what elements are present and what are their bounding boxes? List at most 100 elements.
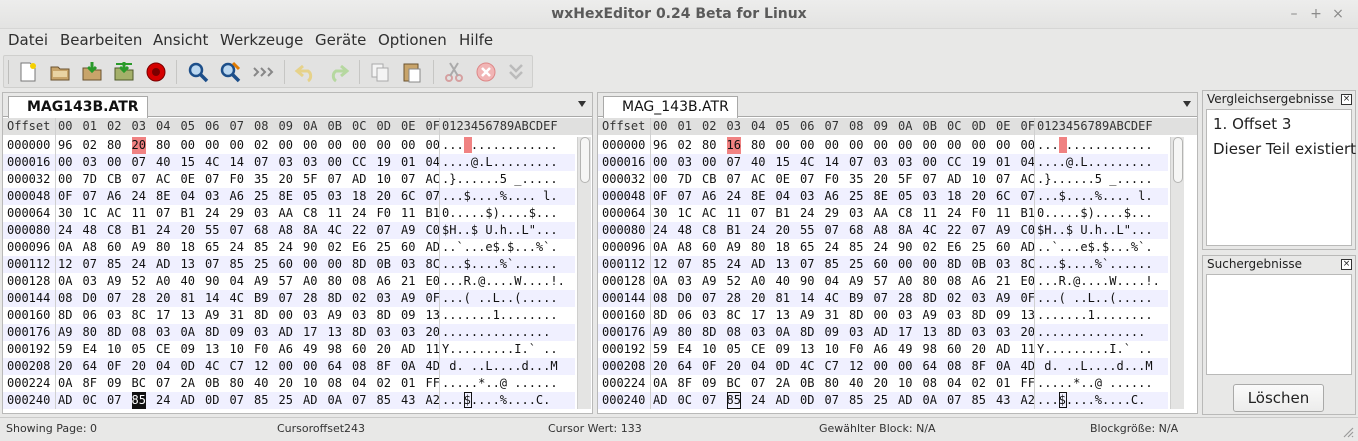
hex-byte[interactable]: A9 (401, 222, 415, 239)
hex-byte[interactable]: 81 (776, 290, 790, 307)
copy-icon[interactable] (368, 60, 392, 84)
hex-byte[interactable]: 55 (205, 222, 219, 239)
hex-byte[interactable]: 03 (702, 307, 716, 324)
hex-byte[interactable]: 64 (923, 358, 937, 375)
hex-row[interactable]: 000176 A9 80 8D 08 03 0A 8D 09 03 AD 17 13 8D 03 03 20..… (598, 324, 1168, 341)
hex-byte[interactable]: 03 (401, 256, 415, 273)
hex-byte[interactable]: 1C (83, 205, 97, 222)
hex-byte[interactable]: A6 (279, 341, 293, 358)
compare-results-list[interactable]: 1. Offset 3 Dieser Teil existiert (1206, 109, 1356, 246)
hex-byte[interactable]: 4C (230, 290, 244, 307)
hex-byte[interactable]: 07 (947, 392, 961, 409)
hex-byte[interactable]: FF (426, 375, 440, 392)
hex-byte[interactable]: 8D (107, 324, 121, 341)
hex-byte[interactable]: 09 (230, 324, 244, 341)
hex-byte[interactable]: 07 (1021, 188, 1035, 205)
hex-byte[interactable]: 04 (352, 375, 366, 392)
hex-byte[interactable]: 24 (205, 205, 219, 222)
hex-byte[interactable]: CC (947, 154, 961, 171)
hex-byte[interactable]: 00 (947, 137, 961, 154)
hex-byte[interactable]: 02 (254, 137, 268, 154)
hex-byte[interactable]: AD (181, 392, 195, 409)
hex-byte[interactable]: 17 (751, 307, 765, 324)
hex-byte[interactable]: 00 (996, 137, 1010, 154)
hex-byte[interactable]: 03 (996, 256, 1010, 273)
hex-byte[interactable]: 57 (874, 273, 888, 290)
hex-byte[interactable]: 08 (352, 358, 366, 375)
maximize-icon[interactable]: + (1306, 4, 1326, 24)
hex-byte[interactable]: 00 (874, 137, 888, 154)
hex-byte[interactable]: 07 (279, 290, 293, 307)
hex-byte[interactable]: 00 (205, 137, 219, 154)
hex-byte[interactable]: 28 (727, 290, 741, 307)
hex-byte[interactable]: 0A (181, 324, 195, 341)
hex-byte[interactable]: A9 (58, 324, 72, 341)
hex-byte[interactable]: 04 (230, 273, 244, 290)
hex-byte[interactable]: 00 (800, 137, 814, 154)
hex-byte[interactable]: 64 (678, 358, 692, 375)
hex-row[interactable]: 000240 AD 0C 07 85 24 AD 0D 07 85 25 AD 0A 07 85 43 A2..… (598, 392, 1168, 409)
hex-byte[interactable]: 20 (279, 375, 293, 392)
hex-byte[interactable]: 8D (58, 307, 72, 324)
hex-byte[interactable]: A9 (205, 307, 219, 324)
tab-right-file[interactable]: MAG_143B.ATR (603, 96, 738, 118)
hex-row[interactable]: 000032 00 7D CB 07 AC 0E 07 F0 35 20 5F 07 AD 10 07 AC.}… (598, 171, 1168, 188)
hex-byte[interactable]: 09 (401, 307, 415, 324)
hex-byte[interactable]: 04 (156, 358, 170, 375)
hex-byte[interactable]: 60 (874, 256, 888, 273)
hex-byte[interactable]: 0A (401, 358, 415, 375)
hex-byte[interactable]: 07 (727, 154, 741, 171)
ascii-text[interactable]: ..`...e$.$...%`. (442, 239, 558, 256)
hex-byte[interactable]: 07 (800, 171, 814, 188)
hex-byte[interactable]: 07 (83, 188, 97, 205)
hex-byte[interactable]: B1 (1021, 205, 1035, 222)
hex-byte[interactable]: 02 (377, 375, 391, 392)
hex-byte[interactable]: 03 (678, 273, 692, 290)
hex-byte[interactable]: 07 (996, 171, 1010, 188)
hex-byte[interactable]: 13 (328, 324, 342, 341)
hex-byte[interactable]: 43 (996, 392, 1010, 409)
hex-byte[interactable]: 24 (751, 222, 765, 239)
hex-byte[interactable]: 03 (83, 154, 97, 171)
hex-byte[interactable]: CB (702, 171, 716, 188)
scrollbar-thumb-left[interactable] (580, 137, 590, 183)
hex-row[interactable]: 000048 0F 07 A6 24 8E 04 03 A6 25 8E 05 03 18 20 6C 07..… (3, 188, 575, 205)
hex-byte[interactable]: 8C (132, 307, 146, 324)
hex-byte[interactable]: C8 (898, 205, 912, 222)
hex-byte[interactable]: 03 (303, 307, 317, 324)
hex-byte[interactable]: 8E (751, 188, 765, 205)
hex-byte[interactable]: AD (776, 392, 790, 409)
hex-byte[interactable]: 4C (205, 154, 219, 171)
open-file-icon[interactable] (48, 60, 72, 84)
hex-byte[interactable]: 4C (923, 222, 937, 239)
hex-row[interactable]: 000000 96 02 80 16 80 00 00 00 00 00 00 00 00 00 00 00..… (598, 137, 1168, 154)
hex-byte[interactable]: 24 (58, 222, 72, 239)
hex-byte[interactable]: 49 (303, 341, 317, 358)
ascii-text[interactable]: ...( ..L..(..... (442, 290, 558, 307)
scrollbar-right[interactable] (1170, 137, 1184, 409)
hex-byte[interactable]: 85 (254, 239, 268, 256)
hex-byte[interactable]: A8 (678, 239, 692, 256)
hex-byte[interactable]: A9 (849, 273, 863, 290)
cut-icon[interactable] (442, 60, 466, 84)
hex-byte[interactable]: 07 (401, 171, 415, 188)
hex-byte[interactable]: 07 (254, 154, 268, 171)
hex-row[interactable]: 000160 8D 06 03 8C 17 13 A9 31 8D 00 03 A9 03 8D 09 13..… (3, 307, 575, 324)
hex-byte[interactable]: 00 (426, 137, 440, 154)
hex-byte[interactable]: A8 (279, 222, 293, 239)
hex-byte[interactable]: 02 (83, 137, 97, 154)
hex-byte[interactable]: 07 (923, 171, 937, 188)
hex-byte[interactable]: 20 (1021, 324, 1035, 341)
replace-icon[interactable] (218, 60, 242, 84)
compare-close-icon[interactable]: × (1341, 94, 1352, 105)
hex-byte[interactable]: 00 (303, 137, 317, 154)
hex-byte[interactable]: 01 (996, 375, 1010, 392)
hex-byte[interactable]: 08 (352, 273, 366, 290)
hex-byte[interactable]: 07 (702, 290, 716, 307)
hex-byte[interactable]: 09 (996, 307, 1010, 324)
hex-byte[interactable]: F0 (230, 171, 244, 188)
hex-byte[interactable]: 08 (132, 324, 146, 341)
hex-byte[interactable]: 10 (825, 341, 839, 358)
hex-byte[interactable]: 24 (352, 205, 366, 222)
hex-byte[interactable]: 03 (800, 188, 814, 205)
